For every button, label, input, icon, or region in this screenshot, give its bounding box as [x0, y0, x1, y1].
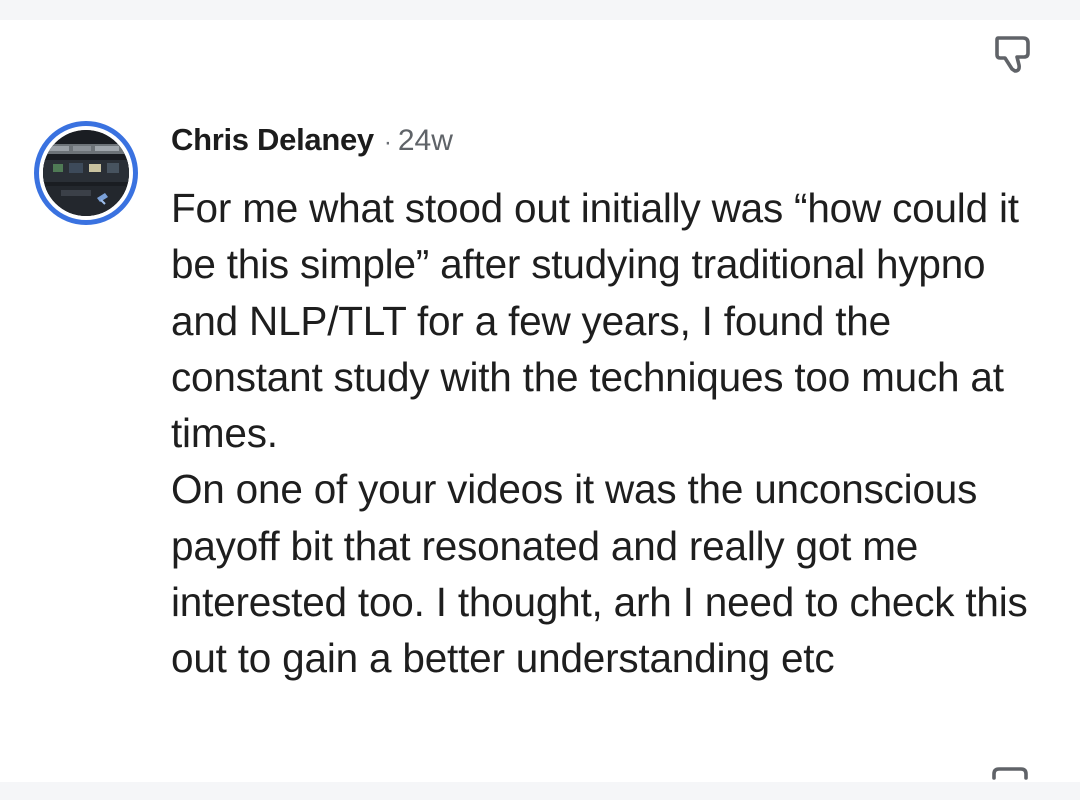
comment-header: Chris Delaney · 24w: [171, 122, 1051, 162]
meta-separator: ·: [383, 129, 392, 156]
reply-button[interactable]: [990, 760, 1030, 782]
comment: Chris Delaney · 24w For me what stood ou…: [171, 122, 1051, 687]
dislike-button[interactable]: [988, 28, 1038, 78]
speech-bubble-icon: [992, 767, 1028, 780]
thumbs-down-icon: [995, 36, 1030, 73]
avatar-image: [43, 130, 129, 216]
top-divider-strip: [0, 0, 1080, 20]
avatar[interactable]: [34, 121, 138, 225]
timestamp: 24w: [397, 124, 453, 157]
author-name[interactable]: Chris Delaney: [171, 122, 374, 158]
bottom-divider-strip: [0, 782, 1080, 800]
comment-text: For me what stood out initially was “how…: [171, 185, 1028, 682]
